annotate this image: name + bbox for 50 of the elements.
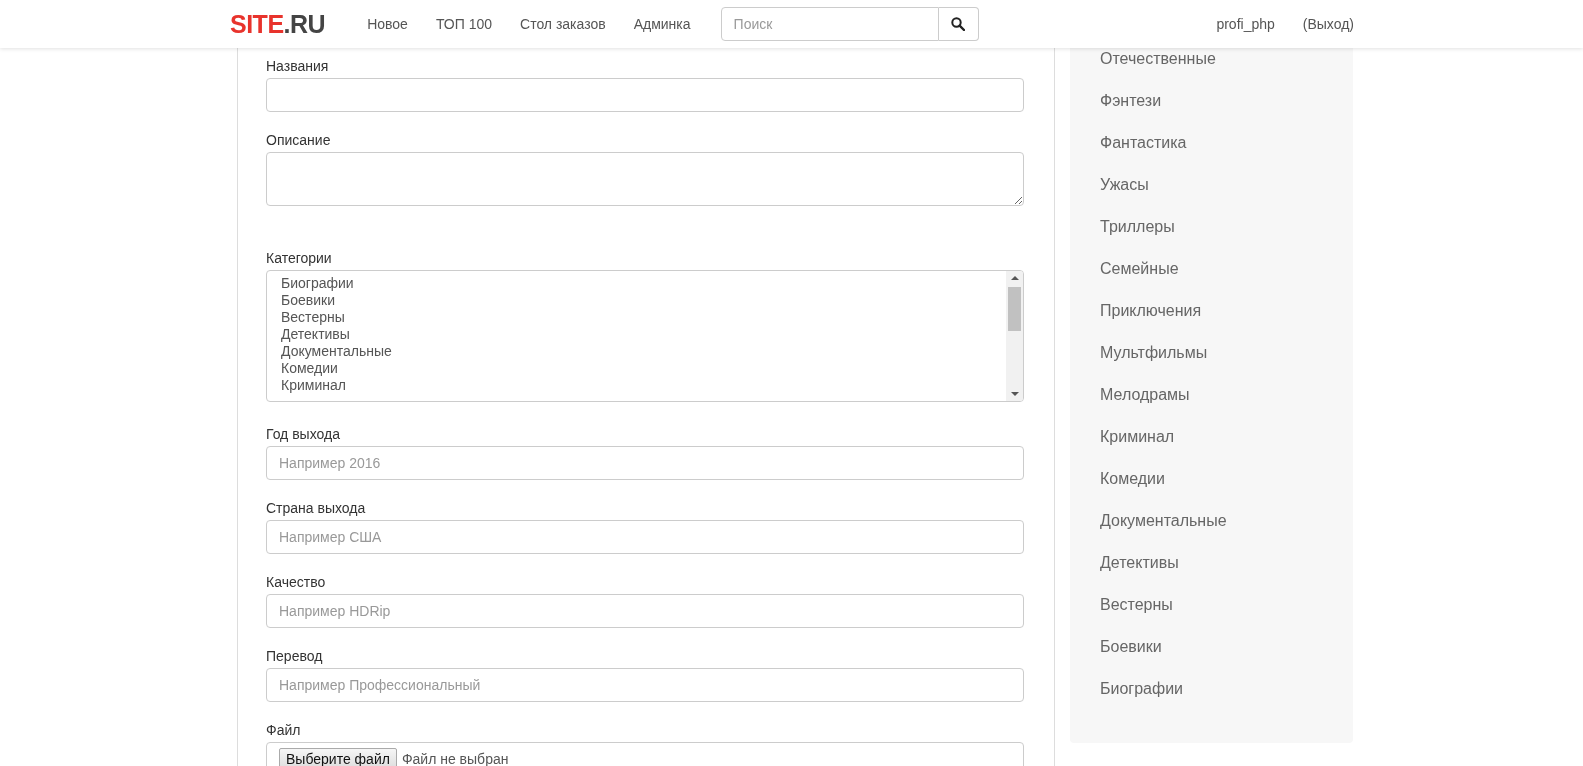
field-label: Категории: [266, 250, 333, 267]
category-link[interactable]: Фэнтези: [1070, 90, 1353, 112]
field-label: Названия: [266, 58, 330, 75]
category-link[interactable]: Мультфильмы: [1070, 342, 1353, 364]
nav-link[interactable]: Стол заказов: [506, 16, 620, 32]
field-label: Год выхода: [266, 426, 341, 443]
category-link[interactable]: Вестерны: [1070, 594, 1353, 616]
category-link[interactable]: Ужасы: [1070, 174, 1353, 196]
category-link[interactable]: Криминал: [1070, 426, 1353, 448]
scrollbar[interactable]: [1006, 271, 1023, 401]
logout-link[interactable]: (Выход): [1288, 16, 1368, 32]
list-option[interactable]: Боевики: [281, 292, 992, 309]
field-label: Перевод: [266, 648, 324, 665]
list-option[interactable]: Документальные: [281, 343, 992, 360]
choose-file-button[interactable]: Выберите файл: [279, 748, 397, 766]
category-link[interactable]: Боевики: [1070, 636, 1353, 658]
category-link[interactable]: Отечественные: [1070, 48, 1353, 70]
category-link[interactable]: Детективы: [1070, 552, 1353, 574]
nav-link[interactable]: Админка: [619, 16, 705, 32]
site-logo[interactable]: SITE.RU: [230, 9, 326, 39]
category-link[interactable]: Документальные: [1070, 510, 1353, 532]
search-button[interactable]: [938, 7, 979, 41]
nav-link[interactable]: ТОП 100: [421, 16, 506, 32]
username-link[interactable]: profi_php: [1202, 16, 1289, 32]
category-link[interactable]: Мелодрамы: [1070, 384, 1353, 406]
search-field[interactable]: Поиск: [720, 7, 939, 41]
field-label: Файл: [266, 722, 302, 739]
list-option[interactable]: Криминал: [281, 377, 992, 394]
input-field[interactable]: Например HDRip: [266, 594, 1024, 628]
input-field[interactable]: Например 2016: [266, 446, 1024, 480]
file-field[interactable]: Выберите файл Файл не выбран: [266, 742, 1024, 766]
category-link[interactable]: Семейные: [1070, 258, 1353, 280]
list-option[interactable]: Вестерны: [281, 309, 992, 326]
file-status: Файл не выбран: [401, 751, 509, 766]
search-icon: [951, 17, 966, 31]
category-link[interactable]: Биографии: [1070, 678, 1353, 700]
input-field[interactable]: Например Профессиональный: [266, 668, 1024, 702]
category-link[interactable]: Приключения: [1070, 300, 1353, 322]
input-field[interactable]: Например США: [266, 520, 1024, 554]
category-link[interactable]: Фантастика: [1070, 132, 1353, 154]
field-label: Качество: [266, 574, 327, 591]
field-label: Страна выхода: [266, 500, 367, 517]
nav-link[interactable]: Новое: [353, 16, 422, 32]
list-option[interactable]: Биографии: [281, 275, 992, 292]
list-option[interactable]: Комедии: [281, 360, 992, 377]
field-label: Описание: [266, 132, 332, 149]
category-link[interactable]: Комедии: [1070, 468, 1353, 490]
list-option[interactable]: Детективы: [281, 326, 992, 343]
category-link[interactable]: Триллеры: [1070, 216, 1353, 238]
category-list[interactable]: Биографии Боевики Вестерны Детективы Документальные Комедии Криминал: [266, 270, 1024, 402]
